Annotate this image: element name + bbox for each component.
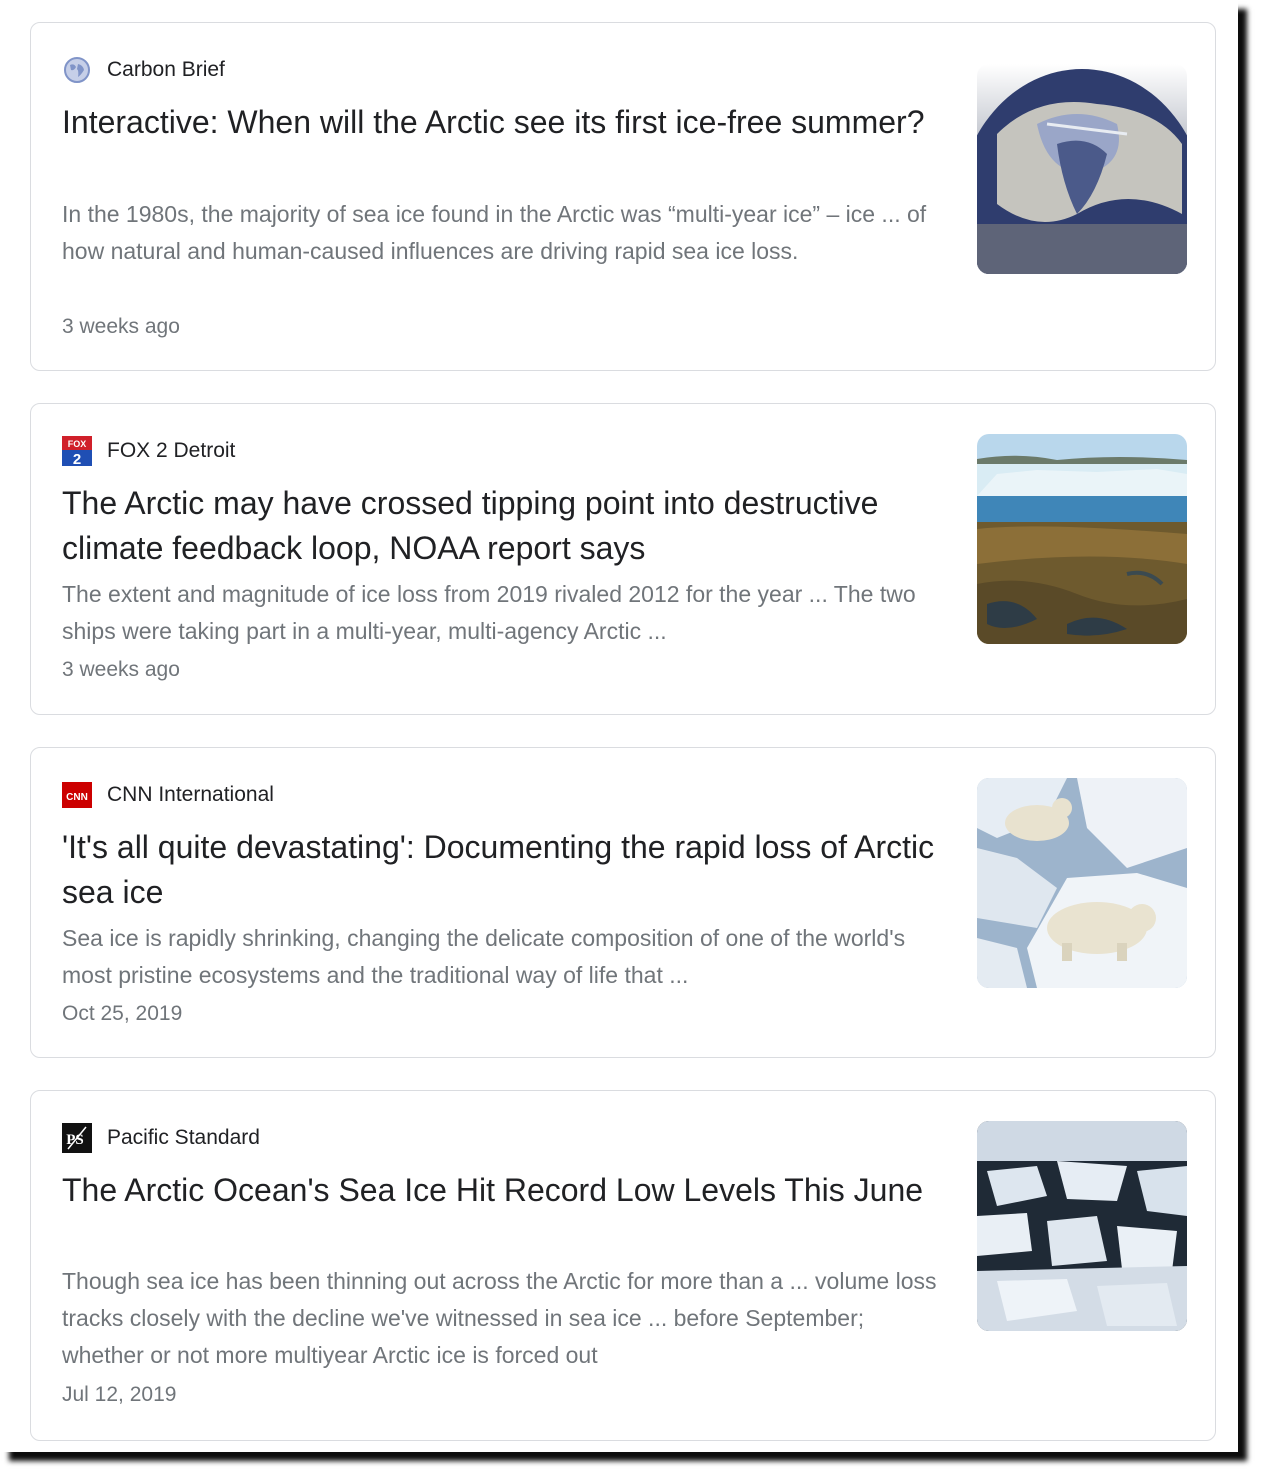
pacific-standard-logo-icon: PS [62,1123,92,1153]
result-time: 3 weeks ago [62,658,180,681]
result-snippet: The extent and magnitude of ice loss fro… [62,581,916,644]
result-time: Jul 12, 2019 [62,1383,177,1406]
result-title[interactable]: The Arctic Ocean's Sea Ice Hit Record Lo… [62,1168,952,1213]
globe-icon [62,55,92,85]
source-name: CNN International [107,783,274,806]
result-title[interactable]: The Arctic may have crossed tipping poin… [62,481,952,571]
result-thumbnail[interactable] [977,1121,1187,1331]
result-title[interactable]: Interactive: When will the Arctic see it… [62,100,952,145]
cnn-logo-icon: CNN [62,780,92,810]
result-thumbnail[interactable] [977,434,1187,644]
news-card[interactable]: CNN CNN International 'It's all quite de… [30,747,1216,1058]
news-card[interactable]: Carbon Brief Interactive: When will the … [30,22,1216,371]
result-thumbnail[interactable] [977,64,1187,274]
news-card[interactable]: PS Pacific Standard The Arctic Ocean's S… [30,1090,1216,1441]
result-snippet: Sea ice is rapidly shrinking, changing t… [62,925,906,988]
source-row[interactable]: Carbon Brief [62,55,225,85]
result-title[interactable]: 'It's all quite devastating': Documentin… [62,825,952,915]
result-snippet: In the 1980s, the majority of sea ice fo… [62,201,927,264]
result-time: 3 weeks ago [62,315,180,338]
news-card[interactable]: FOX 2 FOX 2 Detroit The Arctic may have … [30,403,1216,715]
cnn-logo-text: CNN [66,792,88,803]
source-row[interactable]: PS Pacific Standard [62,1123,260,1153]
fox-logo-text: FOX [68,439,87,449]
result-snippet: Though sea ice has been thinning out acr… [62,1268,937,1368]
fox-logo-number: 2 [73,451,81,466]
source-row[interactable]: CNN CNN International [62,780,274,810]
fox2-logo-icon: FOX 2 [62,436,92,466]
source-name: FOX 2 Detroit [107,439,236,462]
result-time: Oct 25, 2019 [62,1002,183,1025]
results-frame: Carbon Brief Interactive: When will the … [0,0,1238,1452]
source-row[interactable]: FOX 2 FOX 2 Detroit [62,436,235,466]
source-name: Carbon Brief [107,58,225,81]
result-thumbnail[interactable] [977,778,1187,988]
source-name: Pacific Standard [107,1126,260,1149]
